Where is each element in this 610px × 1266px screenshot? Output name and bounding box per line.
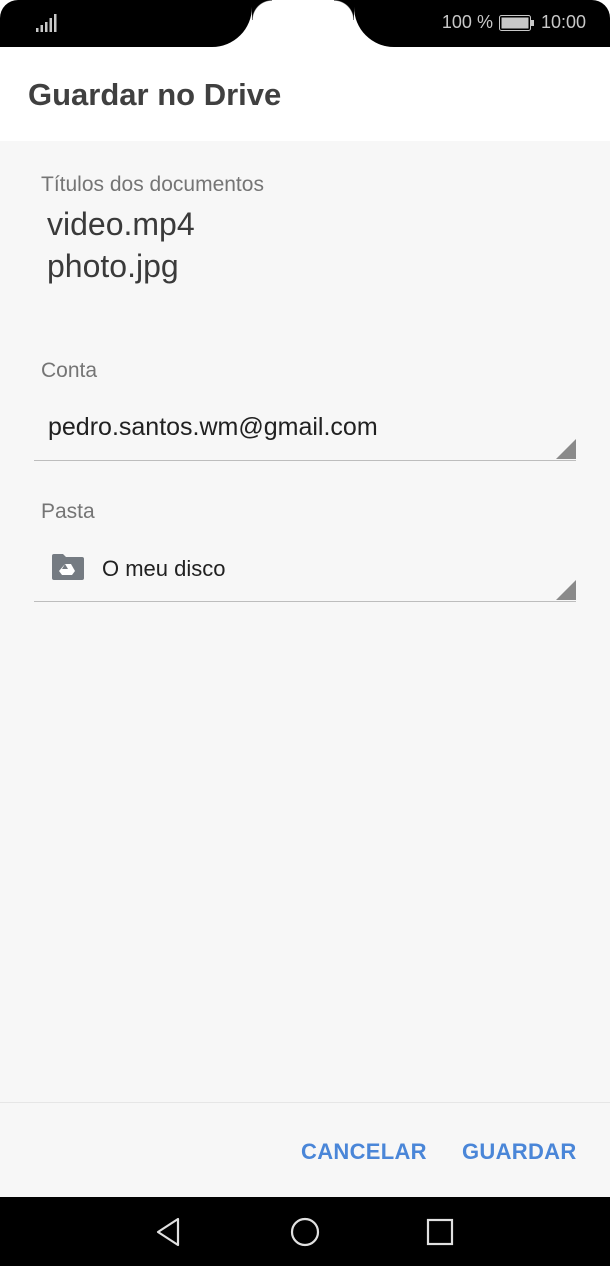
folder-value[interactable]: O meu disco (102, 556, 226, 582)
documents-label: Títulos dos documentos (41, 173, 264, 196)
battery-percent: 100 % (441, 12, 493, 32)
documents-list: video.mp4 photo.jpg (47, 203, 195, 287)
home-icon[interactable] (288, 1215, 322, 1249)
dropdown-arrow-icon[interactable] (556, 580, 576, 600)
battery-icon (498, 14, 534, 31)
folder-label: Pasta (41, 500, 95, 523)
document-title-item[interactable]: video.mp4 (47, 203, 195, 245)
status-bar: 100 % 10:00 (0, 0, 610, 47)
cancel-button[interactable]: CANCELAR (301, 1139, 427, 1165)
dropdown-arrow-icon[interactable] (556, 439, 576, 459)
drive-folder-icon (52, 554, 84, 580)
account-value[interactable]: pedro.santos.wm@gmail.com (48, 413, 378, 442)
dialog-actions: CANCELAR GUARDAR (0, 1102, 610, 1198)
account-underline (34, 460, 576, 461)
clock: 10:00 (540, 12, 586, 32)
document-title-item[interactable]: photo.jpg (47, 245, 195, 287)
dialog-header: Guardar no Drive (0, 47, 610, 141)
navigation-bar (0, 1197, 610, 1266)
account-label: Conta (41, 359, 98, 382)
status-info: 100 % 10:00 (442, 12, 586, 33)
status-bar-right: 100 % 10:00 (334, 0, 610, 47)
dialog-title: Guardar no Drive (28, 77, 282, 112)
recents-icon[interactable] (423, 1215, 457, 1249)
signal-icon (36, 14, 57, 32)
status-bar-left (0, 0, 272, 47)
save-button[interactable]: GUARDAR (462, 1139, 577, 1165)
back-icon[interactable] (152, 1215, 186, 1249)
dialog-content: Títulos dos documentos video.mp4 photo.j… (0, 141, 610, 1102)
folder-underline (34, 601, 576, 602)
